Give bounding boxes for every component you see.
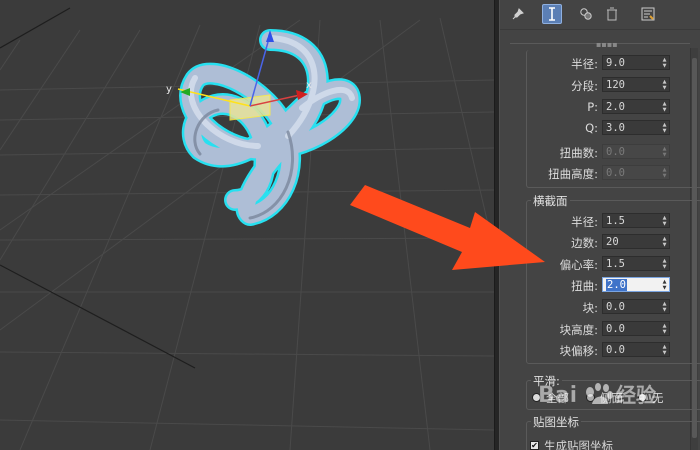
warp-height-row: 扭曲高度: 0.0 ▲ ▼ xyxy=(500,165,700,181)
p-label: P: xyxy=(587,100,598,114)
pin-icon[interactable] xyxy=(508,4,528,24)
lump-offset-label: 块偏移: xyxy=(559,344,598,358)
show-end-result-icon[interactable] xyxy=(542,4,562,24)
radius-row: 半径: 9.0 ▲ ▼ xyxy=(500,55,700,71)
baidu-watermark: Bai 经验 xyxy=(536,372,666,412)
remove-modifier-icon[interactable] xyxy=(602,4,622,24)
warp-height-spinner: 0.0 ▲ ▼ xyxy=(602,165,670,180)
spinner-arrows-icon[interactable]: ▲ ▼ xyxy=(661,101,668,113)
spinner-arrows-icon[interactable]: ▲ ▼ xyxy=(661,301,668,313)
q-label: Q: xyxy=(585,121,598,135)
warp-height-label: 扭曲高度: xyxy=(548,167,598,181)
lumps-spinner[interactable]: 0.0 ▲ ▼ xyxy=(602,299,670,314)
warp-count-label: 扭曲数: xyxy=(559,146,598,160)
q-row: Q: 3.0 ▲ ▼ xyxy=(500,120,700,136)
segments-row: 分段: 120 ▲ ▼ xyxy=(500,77,700,93)
cross-section-title: 横截面 xyxy=(531,193,570,209)
sides-value: 20 xyxy=(606,236,619,248)
lump-height-spinner[interactable]: 0.0 ▲ ▼ xyxy=(602,321,670,336)
q-value: 3.0 xyxy=(606,122,625,134)
radius-label: 半径: xyxy=(571,57,598,71)
twist-row: 扭曲: 2.0 ▲ ▼ xyxy=(500,277,700,293)
radius-value: 9.0 xyxy=(606,57,625,69)
generate-mapping-label: 生成贴图坐标 xyxy=(544,439,613,450)
segments-label: 分段: xyxy=(571,79,598,93)
spinner-arrows-icon[interactable]: ▲ ▼ xyxy=(661,279,668,291)
paw-icon xyxy=(586,383,613,404)
warp-count-spinner: 0.0 ▲ ▼ xyxy=(602,144,670,159)
lumps-row: 块: 0.0 ▲ ▼ xyxy=(500,299,700,315)
twist-spinner[interactable]: 2.0 ▲ ▼ xyxy=(602,277,670,292)
mapping-title: 贴图坐标 xyxy=(531,414,581,430)
lump-height-label: 块高度: xyxy=(559,323,598,337)
cs-radius-row: 半径: 1.5 ▲ ▼ xyxy=(500,213,700,229)
segments-value: 120 xyxy=(606,79,625,91)
p-row: P: 2.0 ▲ ▼ xyxy=(500,99,700,115)
make-unique-icon[interactable] xyxy=(576,4,596,24)
lumps-value: 0.0 xyxy=(606,301,625,313)
lump-offset-value: 0.0 xyxy=(606,344,625,356)
spinner-arrows-icon[interactable]: ▲ ▼ xyxy=(661,122,668,134)
watermark-text-2: 经验 xyxy=(616,383,656,407)
lump-height-value: 0.0 xyxy=(606,323,625,335)
cs-radius-value: 1.5 xyxy=(606,215,625,227)
perspective-viewport[interactable]: y x xyxy=(0,0,494,450)
warp-height-value: 0.0 xyxy=(606,167,625,179)
lump-height-row: 块高度: 0.0 ▲ ▼ xyxy=(500,321,700,337)
eccentricity-row: 偏心率: 1.5 ▲ ▼ xyxy=(500,256,700,272)
watermark-text: Bai xyxy=(538,383,577,408)
sides-spinner[interactable]: 20 ▲ ▼ xyxy=(602,234,670,249)
warp-count-value: 0.0 xyxy=(606,146,625,158)
sides-row: 边数: 20 ▲ ▼ xyxy=(500,234,700,250)
p-spinner[interactable]: 2.0 ▲ ▼ xyxy=(602,99,670,114)
spinner-arrows-icon: ▲ ▼ xyxy=(662,167,667,179)
spinner-arrows-icon[interactable]: ▲ ▼ xyxy=(661,79,668,91)
rollout-divider[interactable]: ▪▪▪▪ xyxy=(500,38,700,49)
spinner-arrows-icon: ▲ ▼ xyxy=(662,146,667,158)
segments-spinner[interactable]: 120 ▲ ▼ xyxy=(602,77,670,92)
modifier-stack-toolbar xyxy=(500,0,700,30)
radius-spinner[interactable]: 9.0 ▲ ▼ xyxy=(602,55,670,70)
eccentricity-value: 1.5 xyxy=(606,258,625,270)
spinner-arrows-icon[interactable]: ▲ ▼ xyxy=(661,323,668,335)
lumps-label: 块: xyxy=(582,301,598,315)
q-spinner[interactable]: 3.0 ▲ ▼ xyxy=(602,120,670,135)
spinner-arrows-icon[interactable]: ▲ ▼ xyxy=(661,215,668,227)
sides-label: 边数: xyxy=(571,236,598,250)
spinner-arrows-icon[interactable]: ▲ ▼ xyxy=(661,258,668,270)
p-value: 2.0 xyxy=(606,101,625,113)
twist-label: 扭曲: xyxy=(571,279,598,293)
eccentricity-spinner[interactable]: 1.5 ▲ ▼ xyxy=(602,256,670,271)
eccentricity-label: 偏心率: xyxy=(559,258,598,272)
lump-offset-spinner[interactable]: 0.0 ▲ ▼ xyxy=(602,342,670,357)
warp-count-row: 扭曲数: 0.0 ▲ ▼ xyxy=(500,144,700,160)
twist-value[interactable]: 2.0 xyxy=(606,279,627,291)
lump-offset-row: 块偏移: 0.0 ▲ ▼ xyxy=(500,342,700,358)
spinner-arrows-icon[interactable]: ▲ ▼ xyxy=(661,236,668,248)
spinner-arrows-icon[interactable]: ▲ ▼ xyxy=(661,344,668,356)
annotation-arrow xyxy=(0,0,494,450)
cs-radius-spinner[interactable]: 1.5 ▲ ▼ xyxy=(602,213,670,228)
configure-modifier-sets-icon[interactable] xyxy=(638,4,658,24)
cs-radius-label: 半径: xyxy=(571,215,598,229)
spinner-arrows-icon[interactable]: ▲ ▼ xyxy=(661,57,668,69)
generate-mapping-checkbox[interactable]: ✔ xyxy=(530,441,539,450)
